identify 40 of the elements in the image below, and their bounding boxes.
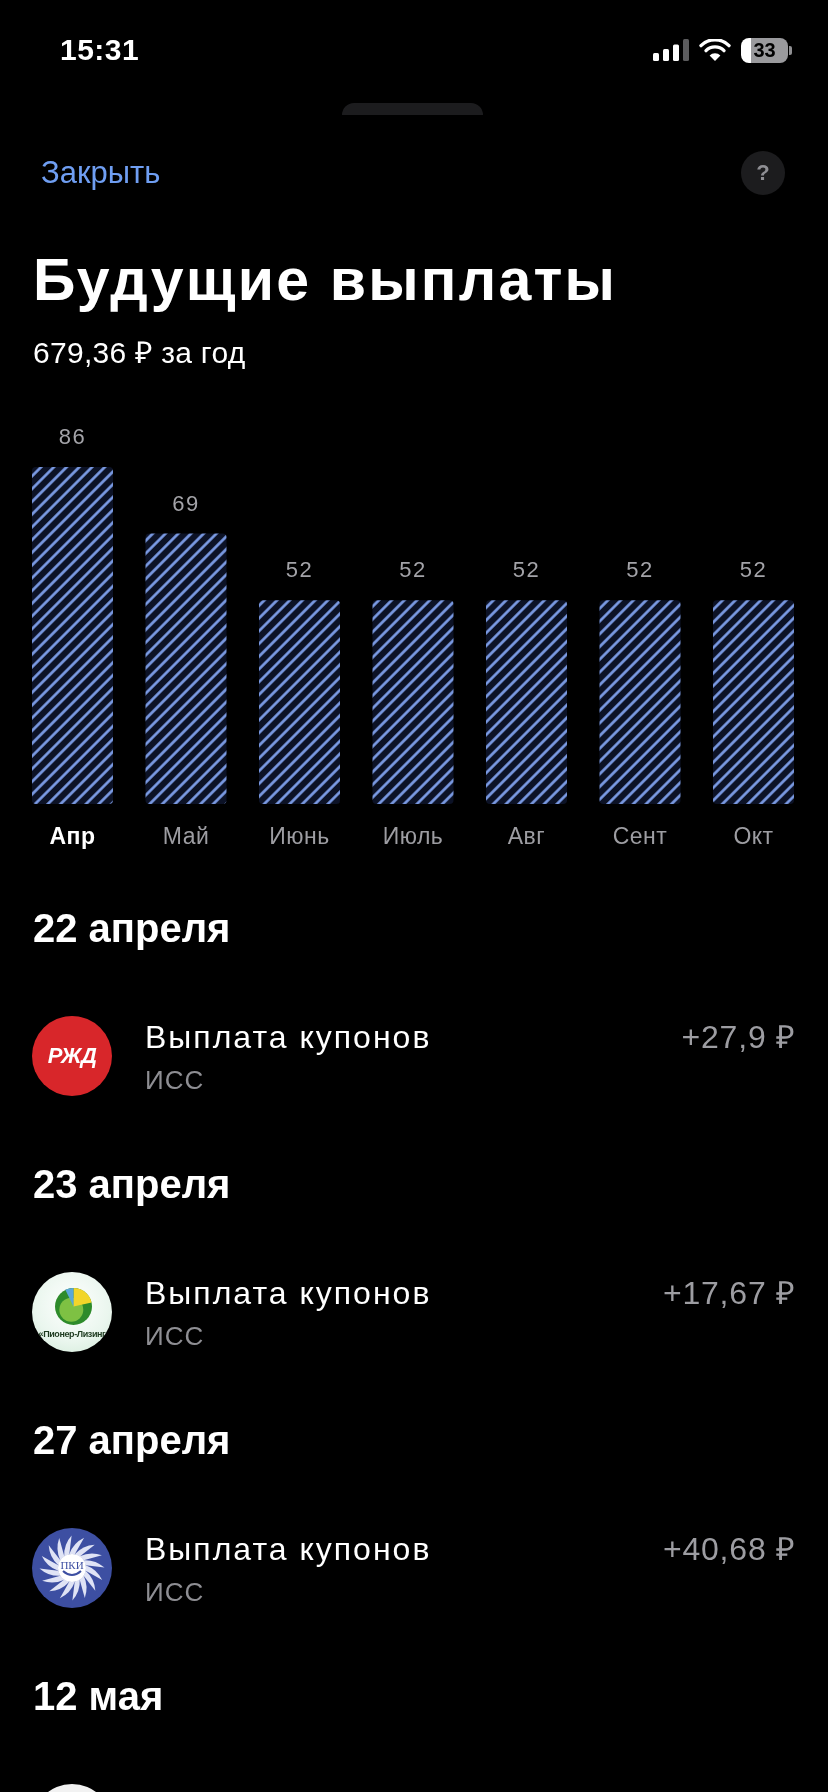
bar-value-label: 52 <box>399 557 427 583</box>
month-tab[interactable]: Июнь <box>269 823 330 849</box>
logo-text: ПКИ <box>60 1559 84 1571</box>
close-link[interactable]: Закрыть <box>41 154 161 192</box>
bar-value-label: 52 <box>739 557 768 583</box>
payment-subtitle: ИСС <box>145 1321 206 1351</box>
logo-text: РЖД <box>47 1044 97 1068</box>
status-time: 15:31 <box>60 32 140 68</box>
month-tab[interactable]: Авг <box>507 823 546 849</box>
cellular-signal-icon <box>653 39 689 61</box>
date-heading: 27 апреля <box>33 1417 232 1464</box>
pie-ball-icon <box>55 1288 92 1325</box>
payment-amount: +40,68 ₽ <box>662 1531 796 1569</box>
bar-value-label: 52 <box>512 557 541 583</box>
payment-title[interactable]: Выплата купонов <box>145 1531 663 1567</box>
payment-subtitle: ИСС <box>145 1065 206 1095</box>
bar-value-label: 69 <box>172 490 200 516</box>
bar-value-label: 52 <box>285 557 314 583</box>
payment-title[interactable]: Выплата купонов <box>145 1275 663 1311</box>
wifi-icon <box>699 39 731 61</box>
month-tab[interactable]: Июль <box>382 823 444 849</box>
month-tab[interactable]: Апр <box>49 823 96 849</box>
payment-title[interactable]: Выплата купонов <box>145 1019 682 1055</box>
battery-indicator: 33 <box>741 37 792 63</box>
date-heading: 12 мая <box>33 1673 165 1720</box>
month-tab[interactable]: Сент <box>612 823 668 849</box>
page-title: Будущие выплаты <box>33 247 619 313</box>
bar-value-label: 86 <box>58 423 87 449</box>
date-heading: 22 апреля <box>33 905 232 952</box>
payment-amount: +17,67 ₽ <box>662 1275 796 1313</box>
date-heading: 23 апреля <box>33 1161 232 1208</box>
yearly-total: 679,36 ₽ за год <box>33 335 247 371</box>
payment-subtitle: ИСС <box>145 1577 206 1607</box>
month-tab[interactable]: Май <box>162 823 210 849</box>
help-button[interactable]: ? <box>741 151 785 195</box>
logo-text: «Пионер-Лизинг <box>38 1329 106 1340</box>
payment-amount: +27,9 ₽ <box>681 1019 796 1057</box>
month-tab[interactable]: Окт <box>733 823 774 849</box>
bar-value-label: 52 <box>626 557 654 583</box>
sun-rays-icon <box>39 1535 105 1601</box>
